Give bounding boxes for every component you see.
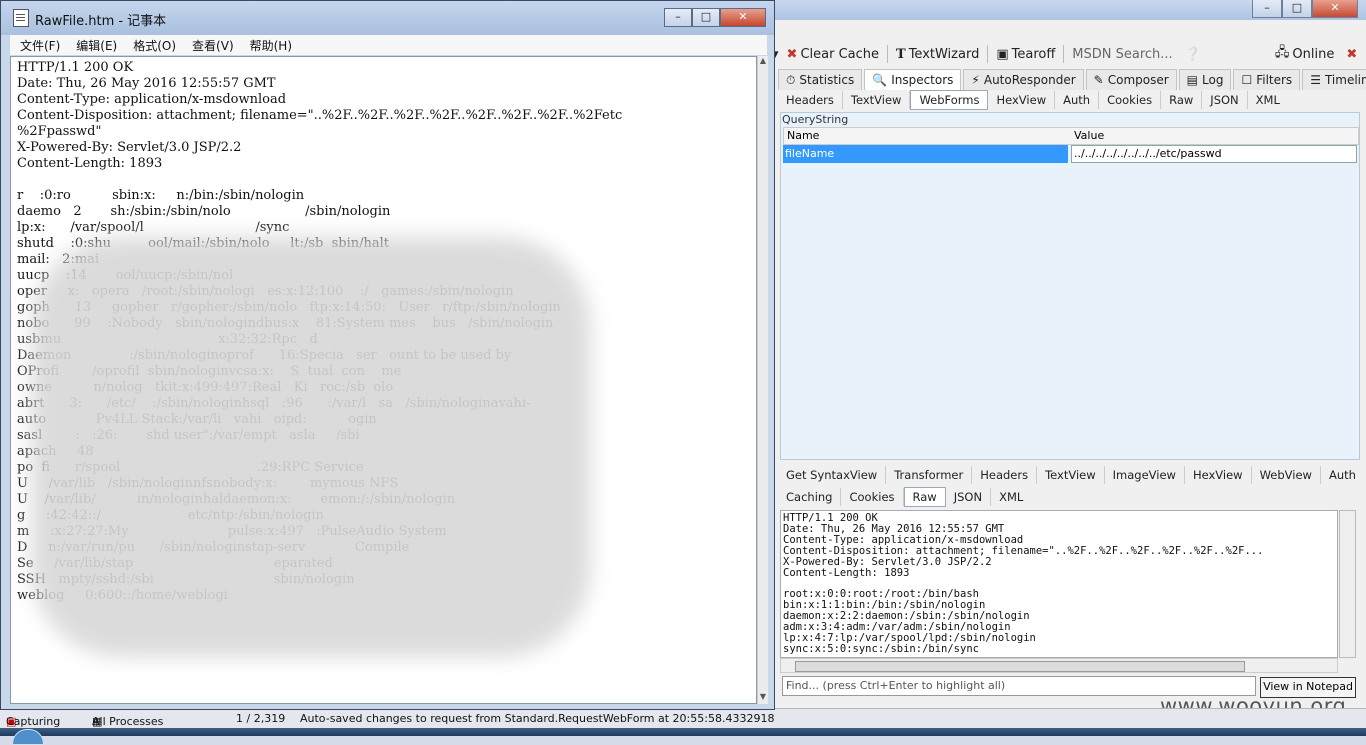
req-tab-webforms[interactable]: WebForms <box>910 90 989 110</box>
session-count: 1 / 2,319 <box>236 712 286 725</box>
req-tab-cookies[interactable]: Cookies <box>1099 91 1162 109</box>
resp-tab-headers[interactable]: Headers <box>972 466 1038 484</box>
redaction-blur <box>31 237 591 657</box>
param-name-cell[interactable]: fileName <box>783 145 1068 163</box>
resp-tab-syntaxview[interactable]: Get SyntaxView <box>778 466 887 484</box>
tab-filters[interactable]: ☐ Filters <box>1233 69 1301 90</box>
notepad-text-area[interactable]: HTTP/1.1 200 OK Date: Thu, 26 May 2016 1… <box>10 56 757 704</box>
status-message: Auto-saved changes to request from Stand… <box>300 712 775 725</box>
scroll-down-icon[interactable]: ▼ <box>758 692 768 704</box>
response-raw-text[interactable]: HTTP/1.1 200 OK Date: Thu, 26 May 2016 1… <box>780 510 1338 658</box>
menu-edit[interactable]: 编辑(E) <box>66 37 123 54</box>
querystring-panel: QueryString Name Value fileName ../../..… <box>780 112 1360 460</box>
req-tab-textview[interactable]: TextView <box>843 91 911 109</box>
response-horizontal-scrollbar[interactable] <box>780 658 1338 673</box>
resp-tab-xml[interactable]: XML <box>991 488 1031 506</box>
checkbox-icon: ☐ <box>1241 73 1253 87</box>
close-icon[interactable]: ✕ <box>1312 0 1358 18</box>
col-value-header[interactable]: Value <box>1074 129 1104 142</box>
help-icon[interactable]: ❔ <box>1179 47 1207 62</box>
querystring-row[interactable]: fileName ../../../../../../../../etc/pas… <box>783 145 1357 163</box>
toolbar-divider <box>987 45 989 63</box>
scroll-up-icon[interactable]: ▲ <box>758 56 768 68</box>
lightning-icon: ⚡ <box>971 73 980 87</box>
windows-taskbar <box>0 728 1366 736</box>
notepad-menu-bar: 文件(F) 编辑(E) 格式(O) 查看(V) 帮助(H) <box>10 35 767 55</box>
menu-help[interactable]: 帮助(H) <box>240 37 298 54</box>
online-indicator[interactable]: 🖧 Online <box>1269 43 1340 65</box>
clear-cache-icon: ✖ <box>786 46 798 62</box>
req-tab-xml[interactable]: XML <box>1248 91 1288 109</box>
req-tab-json[interactable]: JSON <box>1202 91 1248 109</box>
req-tab-hexview[interactable]: HexView <box>988 91 1056 109</box>
querystring-header: Name Value <box>783 127 1359 145</box>
request-inspector-tabs: Headers TextView WebForms HexView Auth C… <box>778 90 1288 110</box>
response-vertical-scrollbar[interactable] <box>1339 510 1356 658</box>
fiddler-title-bar: – □ ✕ <box>770 0 1366 20</box>
response-inspector-tabs-row1: Get SyntaxView Transformer Headers TextV… <box>778 466 1364 484</box>
tearoff-button[interactable]: ▣ Tearoff <box>990 47 1061 62</box>
find-input[interactable]: Find... (press Ctrl+Enter to highlight a… <box>782 676 1256 696</box>
notepad-icon <box>13 9 29 27</box>
clear-cache-button[interactable]: ✖ Clear Cache <box>781 47 885 62</box>
tab-composer[interactable]: ✎ Composer <box>1085 69 1177 90</box>
close-icon[interactable]: ✕ <box>720 8 766 27</box>
menu-file[interactable]: 文件(F) <box>10 37 66 54</box>
resp-tab-hexview[interactable]: HexView <box>1185 466 1252 484</box>
col-name-header[interactable]: Name <box>787 129 819 142</box>
inspect-icon: 🔍 <box>872 73 888 87</box>
stopwatch-icon: ⏱ <box>786 72 796 87</box>
toolbar-divider <box>887 45 888 63</box>
resp-tab-transformer[interactable]: Transformer <box>886 466 973 484</box>
resp-tab-auth[interactable]: Auth <box>1321 466 1364 484</box>
textwizard-button[interactable]: T TextWizard <box>890 47 985 62</box>
resp-tab-cookies[interactable]: Cookies <box>841 488 904 506</box>
textwizard-icon: T <box>896 46 906 62</box>
fiddler-toolbar: ▾ ✖ Clear Cache T TextWizard ▣ Tearoff M… <box>770 41 1366 67</box>
resp-tab-raw[interactable]: Raw <box>903 487 946 507</box>
tab-timeline[interactable]: ☰Timeline <box>1302 69 1366 90</box>
pencil-icon: ✎ <box>1093 73 1104 87</box>
req-tab-headers[interactable]: Headers <box>778 91 843 109</box>
tab-autoresponder[interactable]: ⚡ AutoResponder <box>963 69 1084 90</box>
fiddler-status-bar: ▣ Capturing ▦ All Processes 1 / 2,319 Au… <box>0 708 1366 729</box>
maximize-icon[interactable]: □ <box>692 8 720 27</box>
req-tab-auth[interactable]: Auth <box>1055 91 1100 109</box>
maximize-icon[interactable]: □ <box>1282 0 1312 18</box>
minimize-icon[interactable]: – <box>1252 0 1282 18</box>
resp-tab-webview[interactable]: WebView <box>1252 466 1321 484</box>
network-icon: 🖧 <box>1274 45 1290 60</box>
tab-log[interactable]: ▤ Log <box>1178 69 1232 90</box>
scrollbar-thumb[interactable] <box>795 661 1245 672</box>
log-icon: ▤ <box>1186 73 1198 87</box>
resp-tab-caching[interactable]: Caching <box>778 488 842 506</box>
notepad-window: RawFile.htm - 记事本 – □ ✕ 文件(F) 编辑(E) 格式(O… <box>0 0 775 710</box>
tab-inspectors[interactable]: 🔍 Inspectors <box>864 69 962 90</box>
notepad-title-bar[interactable]: RawFile.htm - 记事本 – □ ✕ <box>1 1 774 35</box>
msdn-search-input[interactable]: MSDN Search... <box>1066 47 1178 62</box>
menu-view[interactable]: 查看(V) <box>182 37 240 54</box>
menu-format[interactable]: 格式(O) <box>123 37 182 54</box>
window-title: RawFile.htm - 记事本 <box>35 14 167 29</box>
response-inspector-tabs-row2: Caching Cookies Raw JSON XML <box>778 487 1031 507</box>
timeline-icon: ☰ <box>1310 73 1321 87</box>
param-value-cell[interactable]: ../../../../../../../../etc/passwd <box>1071 145 1357 163</box>
tearoff-icon: ▣ <box>996 46 1009 62</box>
close-pane-icon[interactable]: ✖ <box>1340 47 1363 62</box>
main-tabs: ⏱ Statistics 🔍 Inspectors ⚡ AutoResponder ✎… <box>778 69 1366 90</box>
tab-statistics[interactable]: ⏱ Statistics <box>778 69 863 90</box>
req-tab-raw[interactable]: Raw <box>1161 91 1203 109</box>
resp-tab-imageview[interactable]: ImageView <box>1105 466 1185 484</box>
resp-tab-textview[interactable]: TextView <box>1037 466 1105 484</box>
querystring-legend: QueryString <box>782 113 849 126</box>
minimize-icon[interactable]: – <box>664 8 692 27</box>
toolbar-divider <box>1063 45 1065 63</box>
notepad-vertical-scrollbar[interactable]: ▲ ▼ <box>757 56 768 704</box>
resp-tab-json[interactable]: JSON <box>946 488 992 506</box>
